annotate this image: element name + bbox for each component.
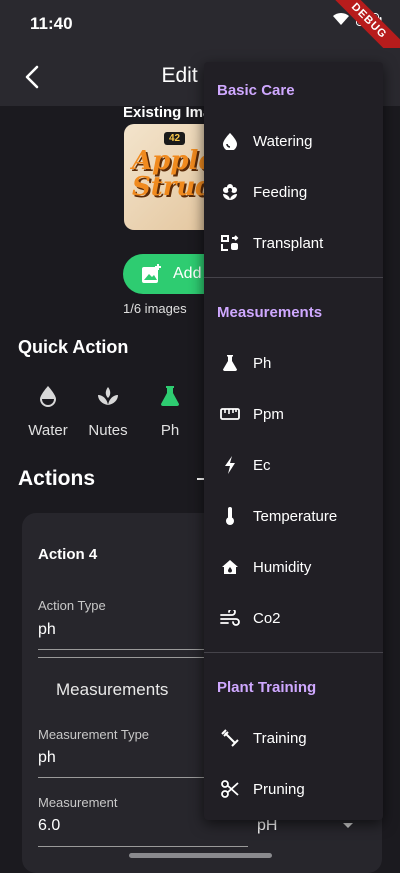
thermometer-icon — [226, 507, 234, 525]
scissors-icon — [221, 780, 239, 798]
home-indicator — [129, 853, 272, 858]
menu-section-header: Measurements — [217, 304, 323, 321]
actions-title: Actions — [18, 467, 96, 490]
ruler-icon — [220, 408, 240, 420]
menu-divider — [204, 652, 383, 653]
menu-section-header: Basic Care — [217, 82, 295, 99]
measurement-type-field[interactable]: ph — [38, 749, 56, 767]
status-bar: 11:40 — [0, 0, 400, 48]
menu-item-ph[interactable]: Ph — [204, 343, 383, 383]
menu-divider — [204, 277, 383, 278]
menu-item-temperature[interactable]: Temperature — [204, 496, 383, 536]
divider — [38, 846, 248, 847]
quick-action-label: Ph — [160, 422, 180, 439]
bolt-icon — [225, 456, 235, 474]
menu-item-label: Feeding — [253, 183, 308, 201]
flask-icon — [161, 386, 179, 406]
transplant-icon — [221, 235, 239, 251]
quick-action-title: Quick Action — [18, 337, 129, 357]
menu-item-transplant[interactable]: Transplant — [204, 223, 383, 263]
action-name: Action 4 — [38, 546, 98, 563]
measurement-label: Measurement — [38, 795, 118, 810]
quick-action-water[interactable]: Water — [24, 382, 72, 439]
quick-action-label: Nutes — [88, 422, 128, 439]
wifi-icon — [332, 12, 350, 31]
home-icon — [222, 560, 238, 574]
flask-icon — [223, 355, 237, 371]
thumbnail-badge: 42 — [164, 132, 186, 145]
menu-item-ec[interactable]: Ec — [204, 445, 383, 485]
menu-item-training[interactable]: Training — [204, 718, 383, 758]
menu-item-co2[interactable]: Co2 — [204, 598, 383, 638]
quick-action-ph[interactable]: Ph — [155, 382, 185, 439]
measurement-type-label: Measurement Type — [38, 727, 150, 742]
image-count: 1/6 images — [123, 301, 187, 316]
water-drop-icon — [40, 386, 56, 407]
water-drop-icon — [223, 133, 237, 150]
chevron-down-icon[interactable] — [343, 823, 353, 828]
menu-item-label: Watering — [253, 132, 313, 150]
wind-icon — [220, 610, 240, 626]
menu-item-label: Ppm — [253, 405, 284, 423]
nutes-icon — [98, 387, 118, 405]
menu-item-label: Ec — [253, 456, 271, 474]
action-type-menu: Basic Care Watering Feeding Transplant M… — [204, 62, 383, 820]
quick-action-label: Water — [28, 422, 68, 439]
measurement-input[interactable]: 6.0 — [38, 817, 60, 835]
add-image-label: Add — [173, 265, 202, 282]
measurements-header: Measurements — [56, 680, 169, 699]
menu-item-label: Pruning — [253, 780, 305, 798]
menu-item-pruning[interactable]: Pruning — [204, 769, 383, 809]
menu-item-label: Transplant — [253, 234, 324, 252]
status-time: 11:40 — [30, 14, 73, 33]
action-type-field[interactable]: ph — [38, 621, 56, 639]
quick-action-nutes[interactable]: Nutes — [85, 382, 131, 439]
menu-item-label: Humidity — [253, 558, 312, 576]
menu-item-feeding[interactable]: Feeding — [204, 172, 383, 212]
menu-item-watering[interactable]: Watering — [204, 121, 383, 161]
training-icon — [221, 729, 239, 747]
action-type-label: Action Type — [38, 598, 106, 613]
menu-item-label: Ph — [253, 354, 272, 372]
menu-item-label: Co2 — [253, 609, 281, 627]
menu-section-header: Plant Training — [217, 679, 317, 696]
menu-item-humidity[interactable]: Humidity — [204, 547, 383, 587]
menu-item-label: Temperature — [253, 507, 338, 525]
menu-item-label: Training — [253, 729, 307, 747]
menu-item-ppm[interactable]: Ppm — [204, 394, 383, 434]
add-photo-icon — [142, 264, 161, 283]
flower-icon — [223, 184, 237, 200]
